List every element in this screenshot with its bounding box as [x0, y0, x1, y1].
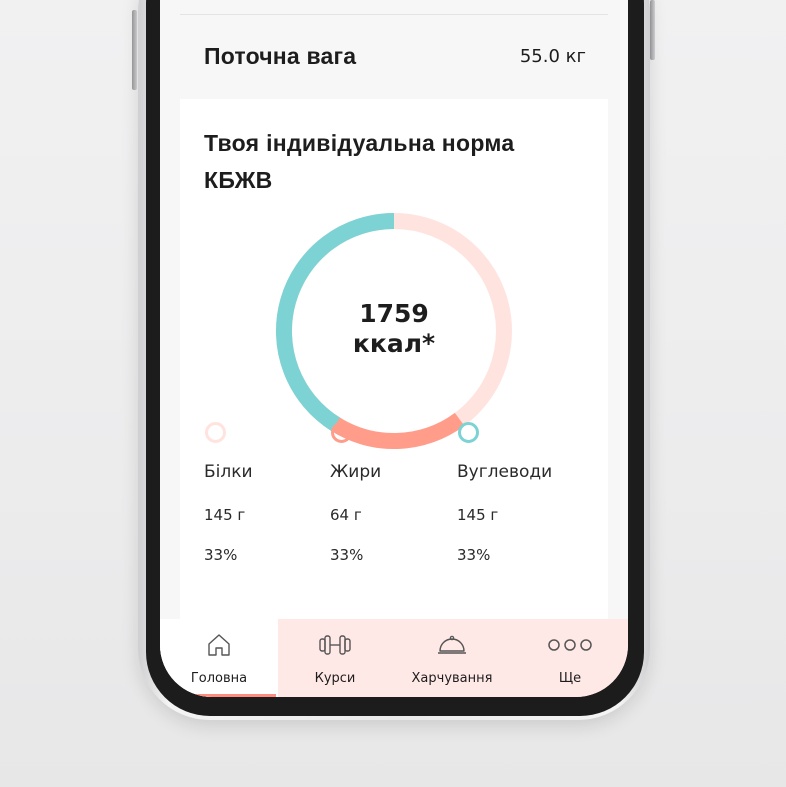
- tab-home[interactable]: Головна: [160, 619, 278, 697]
- side-button-right: [650, 0, 655, 60]
- protein-legend-icon: [205, 422, 226, 443]
- macro-donut-chart: 1759 ккал*: [274, 211, 514, 451]
- tab-more-label: Ще: [558, 671, 582, 686]
- kcal-value: 1759: [359, 299, 429, 328]
- macro-carbs: Вуглеводи 145 г 33%: [457, 422, 577, 564]
- macro-name: Білки: [204, 462, 253, 482]
- side-button-left: [132, 10, 137, 90]
- fat-legend-icon: [331, 422, 352, 443]
- macro-grams: 145 г: [457, 506, 499, 524]
- cloche-icon: [436, 631, 468, 663]
- tab-home-label: Головна: [190, 671, 248, 686]
- tab-courses[interactable]: Курси: [278, 619, 392, 697]
- current-weight-row[interactable]: Поточна вага 55.0 кг: [180, 15, 608, 99]
- macro-percent: 33%: [457, 546, 491, 564]
- macro-percent: 33%: [330, 546, 364, 564]
- macro-name: Вуглеводи: [457, 462, 553, 482]
- macro-name: Жири: [330, 462, 382, 482]
- app-screen: Поточна вага 55.0 кг Твоя індивідуальна …: [160, 0, 628, 697]
- current-weight-label: Поточна вага: [204, 43, 357, 69]
- macro-percent: 33%: [204, 546, 238, 564]
- macro-grams: 145 г: [204, 506, 246, 524]
- carbs-legend-icon: [458, 422, 479, 443]
- home-icon: [205, 631, 233, 663]
- norm-card: Твоя індивідуальна норма КБЖВ 1759 ккал*…: [180, 99, 608, 639]
- tab-nutrition[interactable]: Харчування: [392, 619, 512, 697]
- macro-grams: 64 г: [330, 506, 362, 524]
- dumbbell-icon: [317, 631, 353, 663]
- tab-more[interactable]: Ще: [512, 619, 628, 697]
- tab-courses-label: Курси: [314, 671, 356, 686]
- norm-card-title: Твоя індивідуальна норма КБЖВ: [204, 130, 515, 193]
- tab-nutrition-label: Харчування: [411, 671, 493, 686]
- bottom-tab-bar: Головна Курси Харчування Ще: [160, 619, 628, 697]
- kcal-unit: ккал*: [352, 329, 436, 358]
- active-tab-indicator: [164, 694, 276, 697]
- more-icon: [546, 631, 594, 663]
- macro-protein: Білки 145 г 33%: [204, 422, 324, 564]
- macro-fat: Жири 64 г 33%: [330, 422, 450, 564]
- current-weight-value: 55.0 кг: [519, 46, 586, 67]
